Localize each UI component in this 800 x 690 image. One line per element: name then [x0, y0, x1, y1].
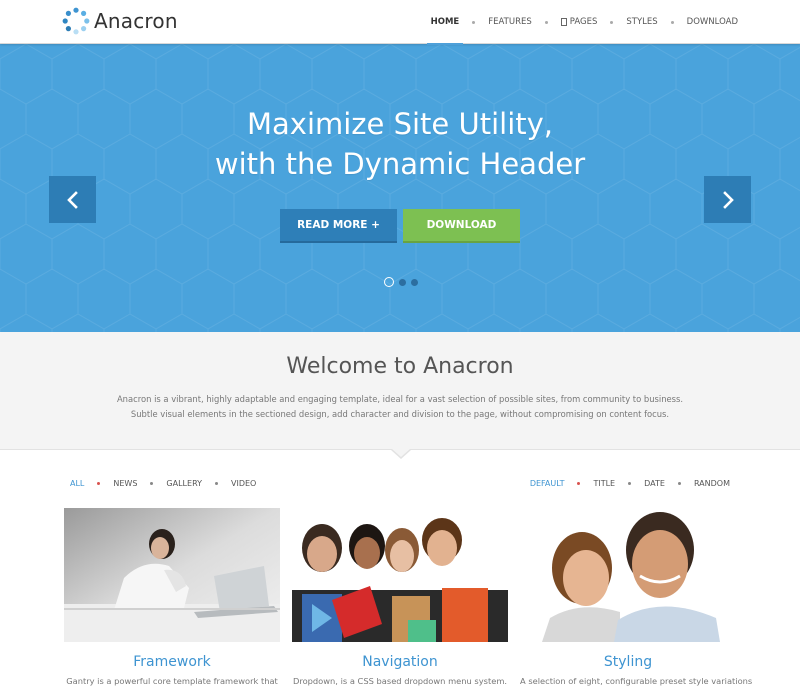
couple-image: [520, 508, 736, 642]
card-text: Dropdown, is a CSS based dropdown menu s…: [292, 676, 508, 686]
card-title[interactable]: Navigation: [292, 654, 508, 670]
category-filters: ALL NEWS GALLERY VIDEO: [70, 477, 256, 489]
card-navigation: Navigation Dropdown, is a CSS based drop…: [292, 508, 508, 686]
nav-separator: [472, 20, 476, 24]
nav-item-home[interactable]: HOME: [426, 0, 463, 45]
filter-video[interactable]: VIDEO: [231, 479, 256, 488]
sort-date[interactable]: DATE: [644, 479, 665, 488]
slide-dot[interactable]: [384, 277, 394, 287]
filter-separator: [150, 481, 154, 485]
slide-dot[interactable]: [399, 278, 406, 286]
card-image-students[interactable]: [292, 508, 508, 642]
welcome-section: Welcome to Anacron Anacron is a vibrant,…: [0, 332, 800, 450]
logo[interactable]: Anacron: [62, 7, 178, 35]
welcome-text: Anacron is a vibrant, highly adaptable a…: [116, 394, 684, 419]
section-notch: [392, 449, 410, 457]
nav-separator: [610, 20, 614, 24]
slide-pagination: [384, 277, 423, 287]
nav-item-features[interactable]: FEATURES: [488, 0, 532, 44]
card-image-couple[interactable]: [520, 508, 736, 642]
read-more-button[interactable]: READ MORE +: [280, 209, 397, 241]
card-title[interactable]: Framework: [64, 654, 280, 670]
filter-separator: [677, 481, 681, 485]
hero-slider: Maximize Site Utility, with the Dynamic …: [0, 44, 800, 332]
hexagon-pattern: [0, 44, 800, 332]
students-image: [292, 508, 508, 642]
logo-icon: [62, 7, 90, 35]
chevron-left-icon: [66, 190, 78, 209]
nav-item-label: FEATURES: [488, 17, 532, 27]
main-nav: HOME FEATURES PAGES STYLES DOWNLOAD: [426, 0, 738, 45]
nav-separator: [670, 20, 674, 24]
next-slide-button[interactable]: [704, 176, 751, 223]
welcome-title: Welcome to Anacron: [286, 354, 514, 379]
card-text: A selection of eight, configurable prese…: [520, 676, 753, 686]
hero-title-line2: with the Dynamic Header: [214, 147, 586, 181]
prev-slide-button[interactable]: [49, 176, 96, 223]
nav-item-pages[interactable]: PAGES: [560, 0, 598, 44]
site-header: Anacron HOME FEATURES PAGES STYLES DOWNL…: [0, 0, 800, 45]
download-button[interactable]: DOWNLOAD: [403, 209, 520, 241]
filter-separator: [97, 481, 101, 485]
nav-item-styles[interactable]: STYLES: [626, 0, 657, 44]
nav-item-label: HOME: [430, 17, 460, 27]
filter-gallery[interactable]: GALLERY: [166, 479, 202, 488]
sort-random[interactable]: RANDOM: [694, 479, 730, 488]
woman-laptop-image: [64, 508, 280, 642]
chevron-right-icon: [722, 190, 734, 209]
filter-separator: [577, 481, 581, 485]
nav-item-label: PAGES: [569, 17, 598, 27]
nav-item-label: STYLES: [626, 17, 658, 27]
hero-title-line1: Maximize Site Utility,: [246, 107, 553, 141]
filter-separator: [628, 481, 632, 485]
slide-dot[interactable]: [411, 278, 418, 286]
card-image-woman-laptop[interactable]: [64, 508, 280, 642]
card-framework: Framework Gantry is a powerful core temp…: [64, 508, 280, 686]
sort-filters: DEFAULT TITLE DATE RANDOM: [530, 477, 730, 489]
nav-separator: [544, 20, 548, 24]
sort-default[interactable]: DEFAULT: [530, 479, 565, 488]
nav-item-download[interactable]: DOWNLOAD: [687, 0, 738, 44]
page-icon: [560, 18, 567, 26]
sort-title[interactable]: TITLE: [593, 479, 615, 488]
filter-news[interactable]: NEWS: [113, 479, 137, 488]
brand-name: Anacron: [94, 9, 178, 33]
card-styling: Styling A selection of eight, configurab…: [520, 508, 752, 686]
filter-separator: [215, 481, 218, 485]
filter-all[interactable]: ALL: [70, 479, 84, 488]
card-text: Gantry is a powerful core template frame…: [66, 676, 278, 686]
card-title[interactable]: Styling: [520, 654, 736, 670]
nav-item-label: DOWNLOAD: [686, 17, 738, 27]
